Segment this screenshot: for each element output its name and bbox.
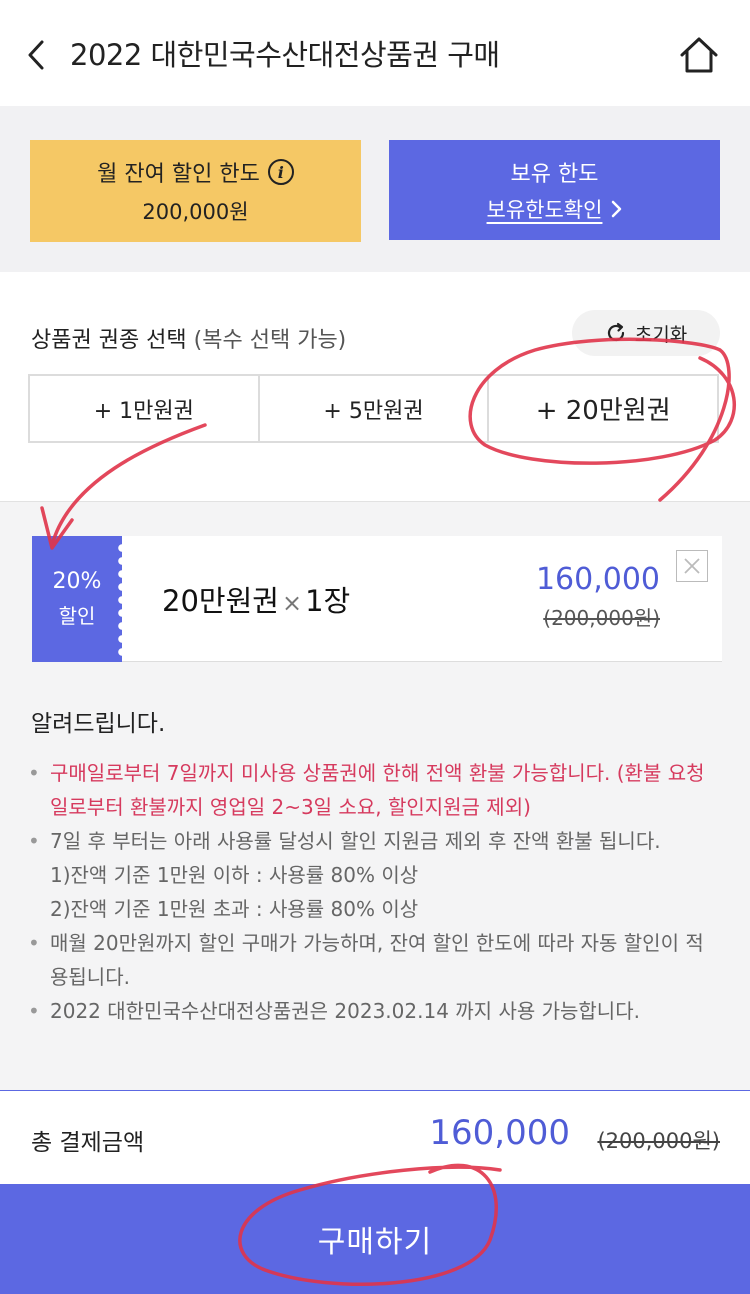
voucher-option-50000[interactable]: + 5만원권 xyxy=(259,376,490,441)
voucher-select-section: 상품권 권종 선택 (복수 선택 가능) 초기화 + 1만원권 + 5만원권 +… xyxy=(0,272,750,502)
chevron-right-icon xyxy=(612,200,622,218)
notice-item-partial-refund-text: 7일 후 부터는 아래 사용률 달성시 할인 지원금 제외 후 잔액 환불 됩니… xyxy=(50,829,661,853)
chevron-left-icon[interactable] xyxy=(22,38,52,72)
discount-percent: 20% xyxy=(52,569,102,594)
top-bar: 2022 대한민국수산대전상품권 구매 xyxy=(0,0,750,106)
page-title: 2022 대한민국수산대전상품권 구매 xyxy=(70,38,500,72)
limit-section: 월 잔여 할인 한도 i 200,000원 보유 한도 보유한도확인 xyxy=(0,106,750,272)
reset-button[interactable]: 초기화 xyxy=(572,310,720,356)
notice-item-monthly: 매월 20만원까지 할인 구매가 가능하며, 잔여 할인 한도에 따라 자동 할… xyxy=(28,926,718,994)
cart-item-original-price: (200,000원) xyxy=(543,606,660,630)
total-value: 160,000 xyxy=(429,1113,570,1153)
cart-item: 20% 할인 20만원권 × 1장 160,000 (200,000원) xyxy=(32,536,722,662)
voucher-option-200000[interactable]: + 20만원권 xyxy=(489,376,718,441)
notice-sub-item-1: 1)잔액 기준 1만원 이하 : 사용률 80% 이상 xyxy=(50,863,419,887)
notice-item-expiry: 2022 대한민국수산대전상품권은 2023.02.14 까지 사용 가능합니다… xyxy=(28,994,718,1028)
info-icon[interactable]: i xyxy=(267,159,294,185)
own-limit-label: 보유 한도 xyxy=(510,162,599,187)
select-title-label: 상품권 권종 선택 xyxy=(31,328,187,353)
cart-item-name: 20만원권 × 1장 xyxy=(162,578,350,620)
discount-badge: 20% 할인 xyxy=(32,536,122,662)
notice-title: 알려드립니다. xyxy=(31,711,166,737)
select-title: 상품권 권종 선택 (복수 선택 가능) xyxy=(31,322,346,354)
total-original-price: (200,000원) xyxy=(597,1129,720,1153)
voucher-option-10000[interactable]: + 1만원권 xyxy=(30,376,260,441)
total-label: 총 결제금액 xyxy=(31,1130,145,1156)
refresh-icon xyxy=(607,322,624,342)
notice-sub-item-2: 2)잔액 기준 1만원 초과 : 사용률 80% 이상 xyxy=(50,897,419,921)
notice-list: 구매일로부터 7일까지 미사용 상품권에 한해 전액 환불 가능합니다. (환불… xyxy=(28,756,718,1028)
own-limit-link-label: 보유한도확인 xyxy=(486,198,603,222)
monthly-limit-label: 월 잔여 할인 한도 xyxy=(97,162,260,187)
notice-item-partial-refund: 7일 후 부터는 아래 사용률 달성시 할인 지원금 제외 후 잔액 환불 됩니… xyxy=(28,824,718,926)
close-icon xyxy=(684,558,700,574)
own-limit-box: 보유 한도 보유한도확인 xyxy=(389,140,720,240)
cart-item-quantity: 1장 xyxy=(305,584,351,618)
voucher-options: + 1만원권 + 5만원권 + 20만원권 xyxy=(28,374,719,443)
reset-label: 초기화 xyxy=(634,323,688,346)
select-subtitle: (복수 선택 가능) xyxy=(193,328,347,353)
multiply-sign: × xyxy=(281,589,303,617)
monthly-discount-limit: 월 잔여 할인 한도 i 200,000원 xyxy=(30,140,361,242)
cart-item-price: 160,000 xyxy=(535,562,660,597)
cart-item-voucher: 20만원권 xyxy=(162,584,279,618)
monthly-limit-value: 200,000원 xyxy=(142,200,249,224)
notice-item-refund: 구매일로부터 7일까지 미사용 상품권에 한해 전액 환불 가능합니다. (환불… xyxy=(28,756,718,824)
own-limit-check-link[interactable]: 보유한도확인 xyxy=(487,194,623,224)
discount-label: 할인 xyxy=(58,604,96,628)
buy-button[interactable]: 구매하기 xyxy=(0,1184,750,1294)
home-icon[interactable] xyxy=(678,34,720,76)
remove-item-button[interactable] xyxy=(676,550,708,582)
ticket-perforation xyxy=(116,542,128,656)
total-bar: 총 결제금액 160,000 (200,000원) xyxy=(0,1090,750,1184)
